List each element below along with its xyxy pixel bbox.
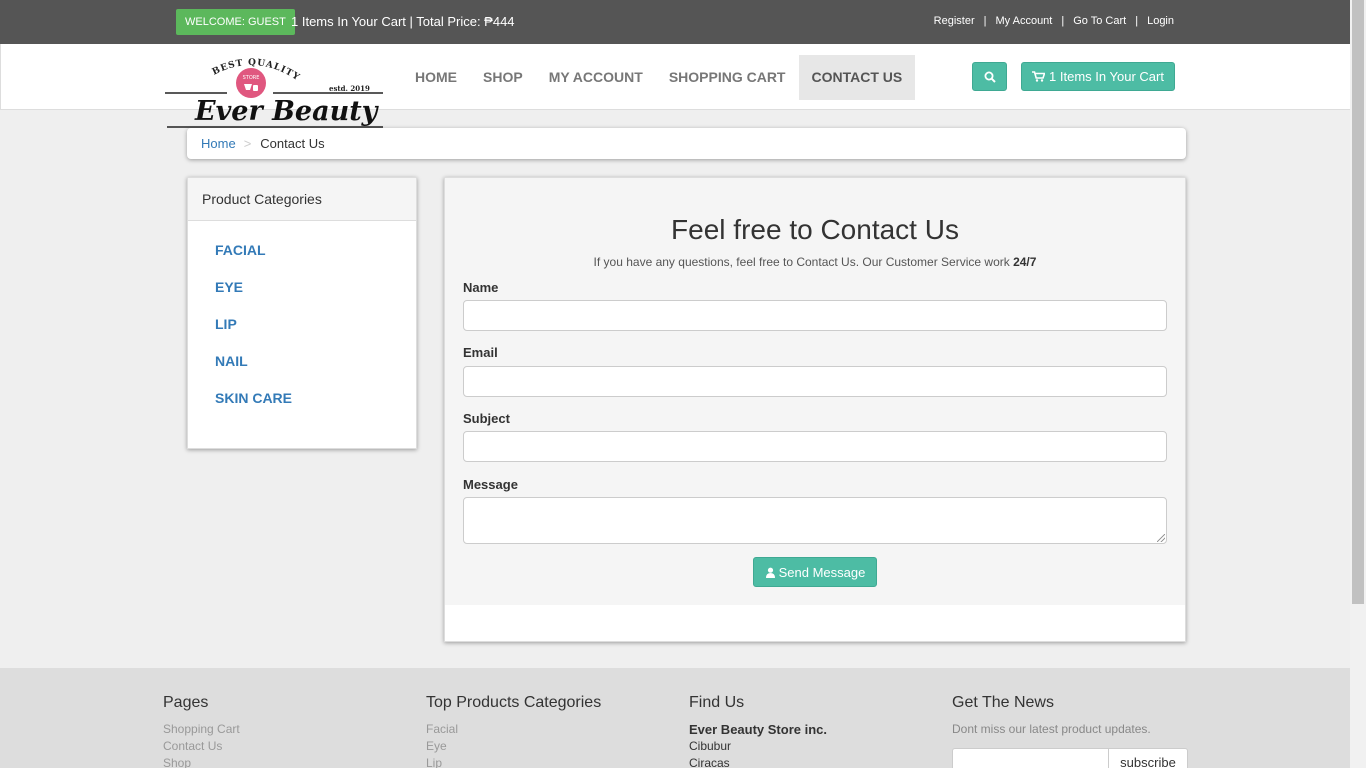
nav-my-account[interactable]: MY ACCOUNT [536,55,656,100]
breadcrumb-current: Contact Us [260,136,325,151]
logo-store-text: STORE [243,75,260,81]
footer-news-text: Dont miss our latest product updates. [952,722,1151,736]
scrollbar-thumb[interactable] [1352,0,1364,604]
name-field[interactable] [463,300,1167,331]
footer-find-us: Find Us Ever Beauty Store inc. Cibubur C… [689,694,827,768]
product-categories-panel: Product Categories FACIAL EYE LIP NAIL S… [187,177,417,449]
name-label: Name [463,280,499,295]
breadcrumb-home[interactable]: Home [201,136,236,151]
message-field[interactable] [463,497,1167,544]
send-message-button[interactable]: Send Message [753,557,877,587]
my-account-link[interactable]: My Account [996,15,1053,27]
logo-established: estd. 2019 [329,84,370,93]
message-label: Message [463,477,518,492]
logo-badge [236,68,266,98]
nav-home[interactable]: HOME [402,55,470,100]
category-nail[interactable]: NAIL [188,353,416,390]
send-message-label: Send Message [778,564,866,580]
contact-panel: Feel free to Contact Us If you have any … [444,177,1186,642]
footer-link-eye[interactable]: Eye [426,738,601,755]
nav-shop[interactable]: SHOP [470,55,536,100]
login-link[interactable]: Login [1147,15,1174,27]
top-links: Register | My Account | Go To Cart | Log… [934,15,1174,27]
ever-beauty-logo: BEST QUALITY STORE estd. 2019 Ever Beaut… [165,58,383,128]
contact-subtitle-text: If you have any questions, feel free to … [593,255,1010,269]
nav-contact-us[interactable]: CONTACT US [798,55,916,100]
shopping-cart-icon [1032,71,1046,82]
contact-title: Feel free to Contact Us [671,214,959,245]
divider: | [983,15,987,27]
footer-pages: Pages Shopping Cart Contact Us Shop [163,694,240,768]
register-link[interactable]: Register [934,15,975,27]
contact-subtitle-hours: 24/7 [1013,255,1037,269]
category-eye[interactable]: EYE [188,279,416,316]
footer-address-line: Cibubur [689,739,732,753]
footer-company-name: Ever Beauty Store inc. [689,722,827,737]
search-button[interactable] [972,62,1007,91]
top-bar: WELCOME: GUEST 1 Items In Your Cart | To… [0,0,1350,44]
divider: | [1061,15,1065,27]
category-skin-care[interactable]: SKIN CARE [188,390,416,427]
store-logo[interactable]: BEST QUALITY STORE estd. 2019 Ever Beaut… [165,57,385,129]
subject-label: Subject [463,411,510,426]
contact-form: Feel free to Contact Us If you have any … [445,178,1185,605]
email-field[interactable] [463,366,1167,397]
subject-field[interactable] [463,431,1167,462]
cart-button[interactable]: 1 Items In Your Cart [1021,62,1175,91]
newsletter-email-input[interactable] [952,748,1109,768]
footer-news-title: Get The News [952,694,1054,711]
search-icon [984,71,996,83]
footer-top-categories: Top Products Categories Facial Eye Lip [426,694,601,768]
category-lip[interactable]: LIP [188,316,416,353]
page-scrollbar[interactable] [1350,0,1366,768]
subscribe-button[interactable]: subscribe [1108,748,1188,768]
footer-link-contact-us[interactable]: Contact Us [163,738,240,755]
product-categories-title: Product Categories [188,178,416,221]
main-nav: HOME SHOP MY ACCOUNT SHOPPING CART CONTA… [402,55,916,100]
footer-pages-title: Pages [163,694,209,711]
footer-categories-title: Top Products Categories [426,694,602,711]
footer-address-line: Ciracas [689,756,730,768]
welcome-badge: WELCOME: GUEST [176,9,295,35]
user-icon [765,567,775,578]
email-label: Email [463,345,498,360]
cart-button-label: 1 Items In Your Cart [1049,69,1164,84]
footer-find-us-title: Find Us [689,694,745,711]
breadcrumb: Home > Contact Us [187,128,1186,159]
divider: | [1135,15,1139,27]
nav-shopping-cart[interactable]: SHOPPING CART [656,55,799,100]
footer-link-shopping-cart[interactable]: Shopping Cart [163,721,240,738]
breadcrumb-separator: > [243,136,252,151]
contact-subtitle: If you have any questions, feel free to … [445,255,1185,269]
go-to-cart-link[interactable]: Go To Cart [1073,15,1126,27]
category-facial[interactable]: FACIAL [188,242,416,279]
footer-link-lip[interactable]: Lip [426,755,601,768]
footer-link-shop[interactable]: Shop [163,755,240,768]
category-list: FACIAL EYE LIP NAIL SKIN CARE [188,221,416,427]
logo-name: Ever Beauty [194,96,380,127]
footer-news: Get The News Dont miss our latest produc… [952,694,1151,738]
cart-summary: 1 Items In Your Cart | Total Price: ₱444 [291,14,515,29]
footer-link-facial[interactable]: Facial [426,721,601,738]
resize-handle-icon[interactable] [1157,534,1165,542]
